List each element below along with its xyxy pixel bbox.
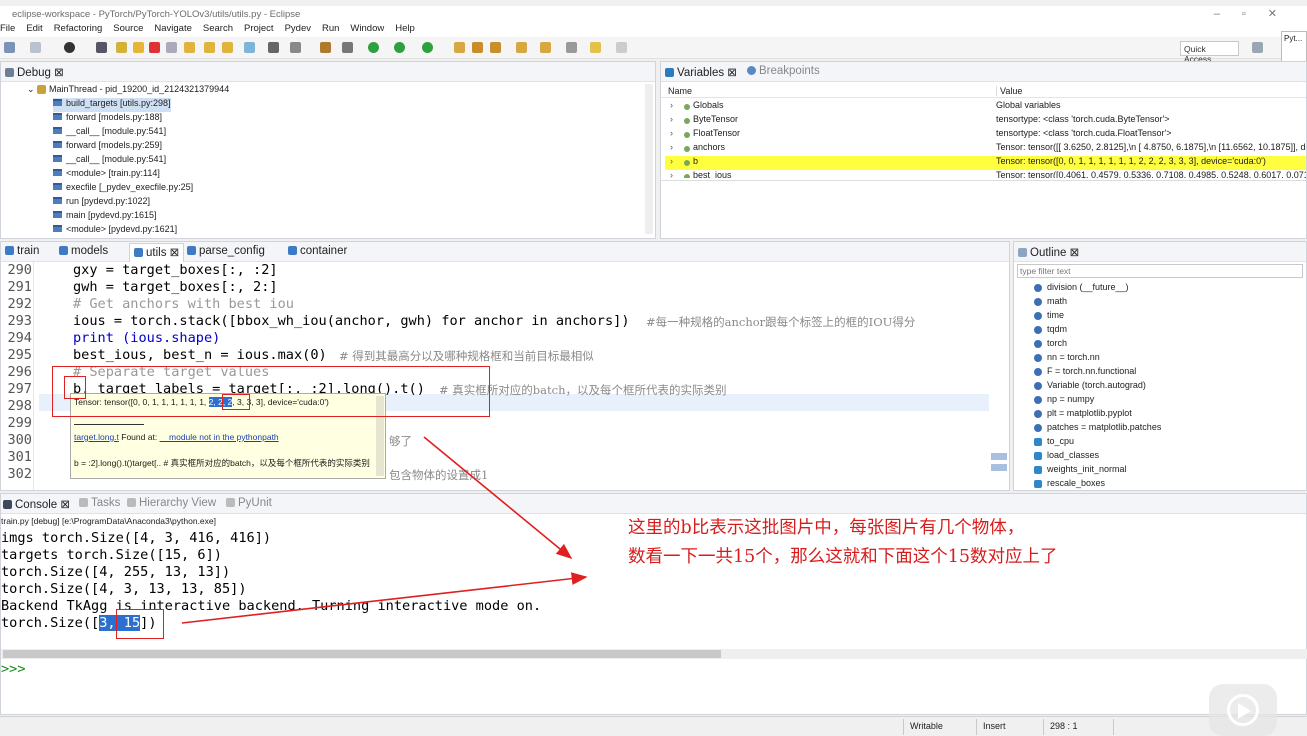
video-play-button[interactable] [1209, 684, 1277, 736]
eclipse-window: eclipse-workspace - PyTorch/PyTorch-YOLO… [0, 0, 1307, 736]
annotation-arrow [181, 572, 588, 624]
annotation-text-1: 这里的b比表示这批图片中，每张图片有几个物体， [628, 518, 1025, 538]
annotation-text-2: 数看一下一共15个，那么这就和下面这个15数对应上了 [628, 547, 1058, 567]
annotation-arrow [423, 436, 573, 560]
annotation-arrows [181, 436, 588, 624]
